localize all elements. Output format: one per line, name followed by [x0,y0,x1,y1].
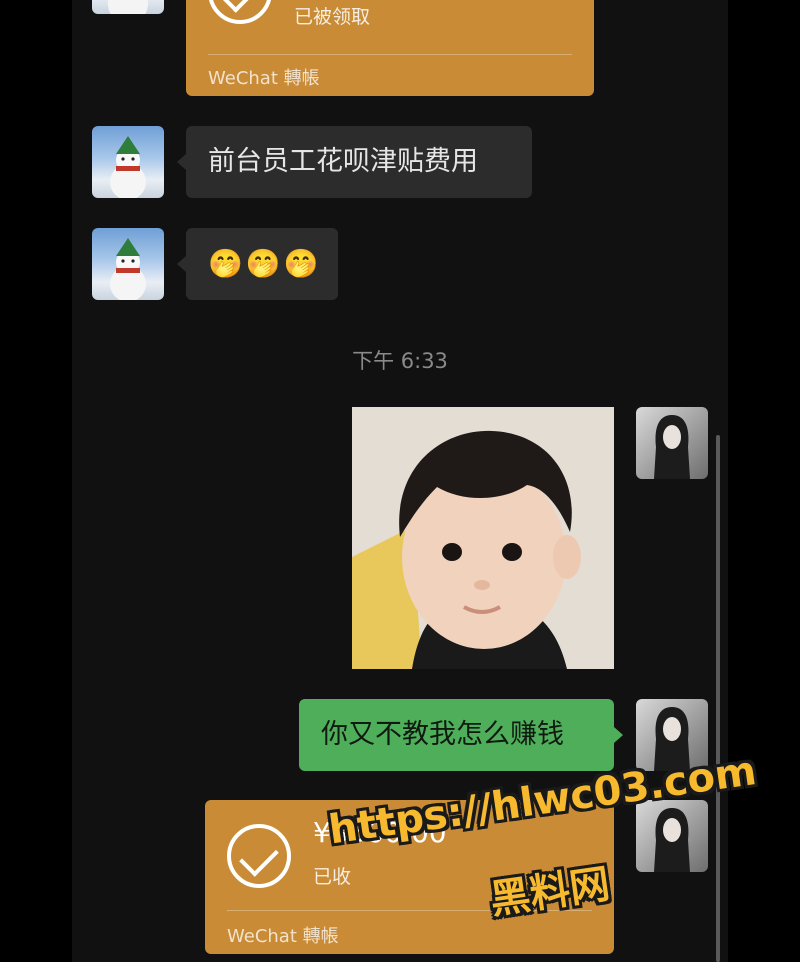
check-circle-icon [208,0,272,24]
transfer-footer: WeChat 轉帳 [208,68,320,89]
message-text: 前台员工花呗津贴费用 [208,146,478,177]
contact-avatar[interactable] [92,0,164,14]
emoji-message: 🤭🤭🤭 [208,247,322,280]
contact-avatar[interactable] [92,228,164,300]
check-circle-icon [227,824,291,888]
message-bubble-received[interactable]: 🤭🤭🤭 [186,228,338,300]
bubble-tail [177,154,186,170]
message-bubble-received[interactable]: 前台员工花呗津贴费用 [186,126,532,198]
my-avatar[interactable] [636,800,708,872]
transfer-divider [208,54,572,55]
bubble-tail [614,727,623,743]
bubble-tail [177,256,186,272]
message-bubble-sent[interactable]: 你又不教我怎么赚钱 [299,699,614,771]
contact-avatar[interactable] [92,126,164,198]
transfer-footer: WeChat 轉帳 [227,926,339,947]
transfer-card-received[interactable]: 已被领取 WeChat 轉帳 [186,0,594,96]
scrollbar[interactable] [716,435,720,962]
message-timestamp: 下午 6:33 [352,349,448,373]
message-text: 你又不教我怎么赚钱 [321,719,564,750]
sent-photo[interactable] [352,407,614,669]
transfer-status: 已收 [313,866,352,888]
transfer-status: 已被领取 [294,6,371,28]
my-avatar[interactable] [636,407,708,479]
